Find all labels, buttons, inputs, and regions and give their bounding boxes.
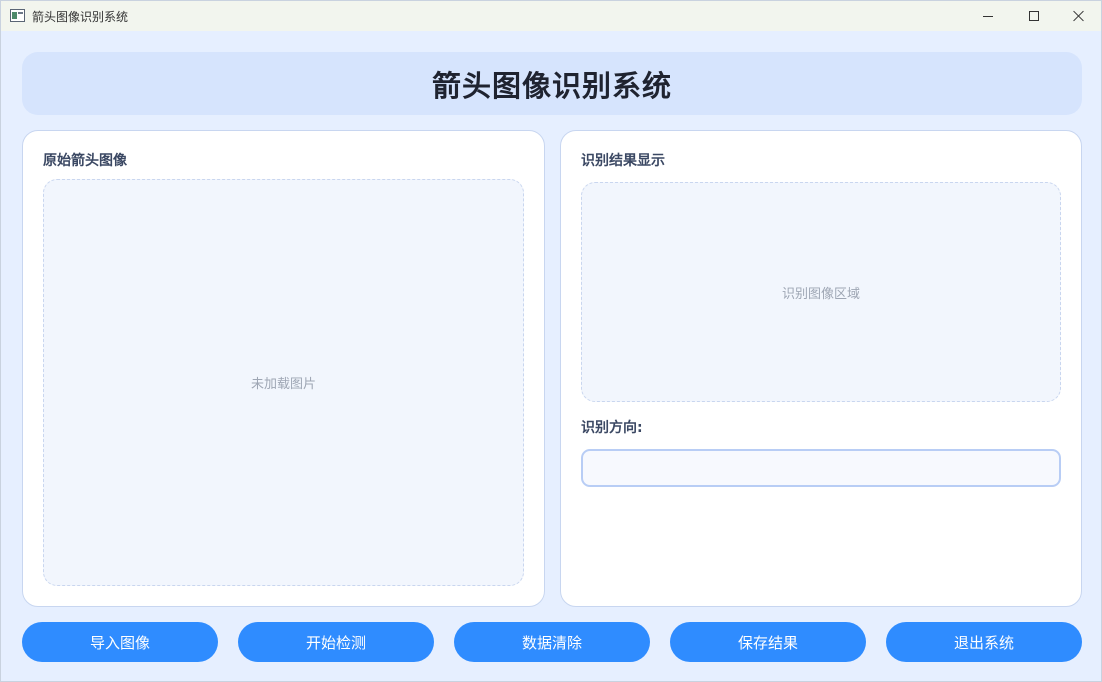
minimize-button[interactable] xyxy=(965,1,1011,31)
app-window-icon xyxy=(10,9,25,22)
maximize-button[interactable] xyxy=(1011,1,1057,31)
direction-field[interactable] xyxy=(581,449,1061,487)
result-panel-title: 识别结果显示 xyxy=(581,153,665,169)
result-image-placeholder: 识别图像区域 xyxy=(781,286,860,302)
original-image-title: 原始箭头图像 xyxy=(43,153,127,169)
result-panel: 识别结果显示 识别图像区域 识别方向: xyxy=(560,130,1082,607)
original-image-placeholder: 未加载图片 xyxy=(250,377,316,392)
import-image-button[interactable]: 导入图像 xyxy=(22,622,218,662)
start-detect-button[interactable]: 开始检测 xyxy=(238,622,434,662)
direction-label: 识别方向: xyxy=(581,420,643,436)
title-bar[interactable]: 箭头图像识别系统 xyxy=(1,1,1101,31)
close-button[interactable] xyxy=(1056,1,1102,31)
original-image-area: 未加载图片 xyxy=(43,179,524,586)
original-image-panel: 原始箭头图像 未加载图片 xyxy=(22,130,545,607)
clear-data-button[interactable]: 数据清除 xyxy=(454,622,650,662)
app-window: 箭头图像识别系统 箭头图像识别系统 原始箭头图像 未加载图片 识别结果显示 识别… xyxy=(0,0,1102,682)
minimize-icon xyxy=(983,15,993,17)
maximize-icon xyxy=(1029,11,1039,21)
save-result-button[interactable]: 保存结果 xyxy=(670,622,866,662)
exit-system-button[interactable]: 退出系统 xyxy=(886,622,1082,662)
close-icon xyxy=(1073,10,1085,22)
page-title: 箭头图像识别系统 xyxy=(431,68,672,103)
window-title: 箭头图像识别系统 xyxy=(32,10,129,24)
header-banner: 箭头图像识别系统 xyxy=(22,52,1082,115)
result-image-area: 识别图像区域 xyxy=(581,182,1061,402)
